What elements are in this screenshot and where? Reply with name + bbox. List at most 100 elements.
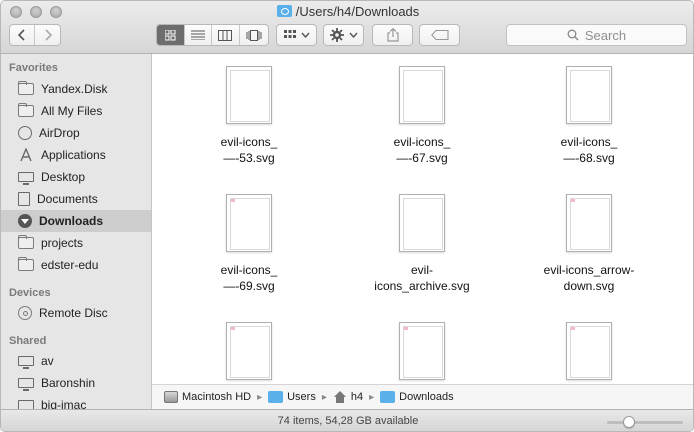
files-icon bbox=[18, 103, 34, 117]
view-mode-buttons bbox=[156, 24, 269, 46]
file-name: evil-icons_arrow- down.svg bbox=[543, 263, 635, 293]
svg-file-icon bbox=[399, 322, 445, 380]
sidebar-item-all-my-files[interactable]: All My Files bbox=[1, 100, 151, 122]
file-item[interactable]: evil-icons_ —-53.svg bbox=[174, 66, 324, 166]
file-name: evil-icons_ —-68.svg bbox=[560, 135, 618, 165]
chevron-right-icon: ▸ bbox=[369, 391, 375, 403]
window-title-text: /Users/h4/Downloads bbox=[295, 4, 420, 19]
chevron-down-icon bbox=[348, 32, 358, 38]
search-icon bbox=[567, 29, 579, 41]
sidebar-item-label: Remote Disc bbox=[39, 306, 108, 320]
folder-icon bbox=[380, 391, 396, 403]
svg-file-icon bbox=[399, 194, 445, 252]
sidebar-item-label: Documents bbox=[37, 192, 98, 206]
folder-icon bbox=[18, 257, 34, 271]
action-button[interactable] bbox=[323, 24, 364, 46]
chevron-down-icon bbox=[300, 32, 310, 38]
sidebar-item-applications[interactable]: Applications bbox=[1, 144, 151, 166]
sidebar-item-desktop[interactable]: Desktop bbox=[1, 166, 151, 188]
home-icon bbox=[333, 391, 347, 403]
back-button[interactable] bbox=[10, 25, 35, 45]
search-field[interactable]: Search bbox=[506, 24, 687, 46]
navigation-buttons bbox=[9, 24, 61, 46]
tag-button[interactable] bbox=[419, 24, 460, 46]
sidebar-item-downloads[interactable]: Downloads bbox=[1, 210, 151, 232]
sidebar-item-label: av bbox=[41, 354, 54, 368]
computer-icon bbox=[18, 378, 34, 391]
sidebar-item-edster-edu[interactable]: edster-edu bbox=[1, 254, 151, 276]
file-item[interactable]: evil-icons_ —-69.svg bbox=[174, 194, 324, 294]
sidebar-item-airdrop[interactable]: AirDrop bbox=[1, 122, 151, 144]
finder-window: /Users/h4/Downloads Search Favorites Yan… bbox=[0, 0, 694, 432]
sidebar-item-big-imac[interactable]: big-imac bbox=[1, 394, 151, 409]
path-crumb-users[interactable]: Users bbox=[268, 391, 316, 403]
sidebar-item-label: big-imac bbox=[41, 398, 87, 409]
file-item[interactable] bbox=[347, 322, 497, 384]
share-button[interactable] bbox=[372, 24, 413, 46]
sidebar-item-label: AirDrop bbox=[39, 126, 80, 140]
sidebar: Favorites Yandex.Disk All My Files AirDr… bbox=[1, 54, 152, 409]
sidebar-item-label: Baronshin bbox=[41, 376, 96, 390]
list-icon bbox=[190, 30, 205, 40]
chevron-right-icon: ▸ bbox=[257, 391, 263, 403]
status-text: 74 items, 54,28 GB available bbox=[277, 415, 419, 427]
path-crumb-label: h4 bbox=[350, 391, 364, 403]
path-crumb-label: Downloads bbox=[399, 391, 454, 403]
arrange-button[interactable] bbox=[276, 24, 317, 46]
path-crumb-macintosh-hd[interactable]: Macintosh HD bbox=[164, 391, 251, 403]
chevron-left-icon bbox=[18, 29, 25, 41]
file-item[interactable]: evil-icons_arrow- down.svg bbox=[514, 194, 664, 294]
sidebar-item-baronshin[interactable]: Baronshin bbox=[1, 372, 151, 394]
sidebar-item-label: All My Files bbox=[41, 104, 103, 118]
sidebar-item-label: Yandex.Disk bbox=[41, 82, 108, 96]
sidebar-item-label: Applications bbox=[41, 148, 106, 162]
chevron-right-icon: ▸ bbox=[321, 391, 327, 403]
list-view-button[interactable] bbox=[185, 25, 213, 45]
svg-file-icon bbox=[399, 66, 445, 124]
path-crumb-h4[interactable]: h4 bbox=[333, 391, 363, 403]
slider-knob[interactable] bbox=[623, 416, 635, 428]
hard-drive-icon bbox=[164, 391, 178, 403]
icon-view-button[interactable] bbox=[157, 25, 185, 45]
svg-file-icon bbox=[566, 194, 612, 252]
sidebar-item-remote-disc[interactable]: Remote Disc bbox=[1, 302, 151, 324]
sidebar-item-av[interactable]: av bbox=[1, 350, 151, 372]
search-placeholder: Search bbox=[584, 27, 627, 43]
sidebar-item-documents[interactable]: Documents bbox=[1, 188, 151, 210]
path-crumb-label: Users bbox=[287, 391, 316, 403]
path-crumb-downloads[interactable]: Downloads bbox=[380, 391, 454, 403]
chevron-right-icon bbox=[44, 29, 52, 41]
share-icon bbox=[386, 28, 399, 42]
forward-button[interactable] bbox=[35, 25, 60, 45]
column-view-button[interactable] bbox=[212, 25, 240, 45]
status-bar: 74 items, 54,28 GB available bbox=[1, 409, 693, 431]
file-item[interactable] bbox=[174, 322, 324, 384]
icon-size-slider[interactable] bbox=[607, 416, 683, 428]
sidebar-heading-devices: Devices bbox=[9, 287, 51, 299]
file-item[interactable]: evil-icons_ —-67.svg bbox=[347, 66, 497, 166]
window-title: /Users/h4/Downloads bbox=[1, 4, 693, 19]
columns-icon bbox=[218, 29, 233, 41]
sidebar-heading-favorites: Favorites bbox=[9, 62, 58, 74]
svg-file-icon bbox=[226, 322, 272, 380]
sidebar-item-projects[interactable]: projects bbox=[1, 232, 151, 254]
toolbar: /Users/h4/Downloads Search bbox=[1, 1, 693, 54]
tag-icon bbox=[430, 30, 449, 40]
file-item[interactable] bbox=[514, 322, 664, 384]
grid-icon bbox=[283, 30, 296, 38]
airdrop-icon bbox=[18, 126, 32, 140]
file-name: evil-icons_ —-67.svg bbox=[393, 135, 451, 165]
sidebar-item-yandex-disk[interactable]: Yandex.Disk bbox=[1, 78, 151, 100]
folder-icon bbox=[268, 391, 284, 403]
file-item[interactable]: evil- icons_archive.svg bbox=[347, 194, 497, 294]
coverflow-view-button[interactable] bbox=[240, 25, 268, 45]
file-item[interactable]: evil-icons_ —-68.svg bbox=[514, 66, 664, 166]
file-name: evil-icons_ —-53.svg bbox=[220, 135, 278, 165]
documents-icon bbox=[18, 192, 30, 206]
file-name: evil-icons_ —-69.svg bbox=[220, 263, 278, 293]
file-grid: evil-icons_ —-53.svg evil-icons_ —-67.sv… bbox=[152, 54, 693, 384]
gear-icon bbox=[329, 28, 344, 42]
sidebar-item-label: edster-edu bbox=[41, 258, 99, 272]
downloads-icon bbox=[18, 214, 32, 228]
computer-icon bbox=[18, 356, 34, 369]
